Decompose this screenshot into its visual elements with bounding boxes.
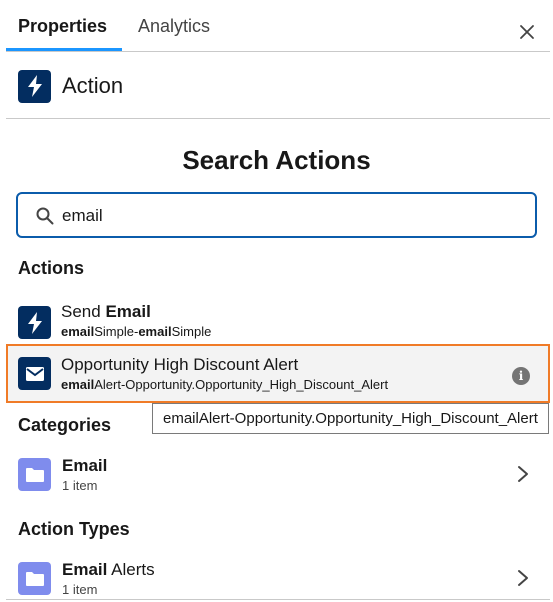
list-item-opportunity-high-discount-alert[interactable]: Opportunity High Discount Alert emailAle… — [6, 344, 550, 403]
chevron-right-icon — [518, 570, 528, 586]
header-divider — [6, 118, 550, 119]
section-heading-actions: Actions — [18, 258, 85, 278]
folder-icon — [18, 562, 51, 595]
action-type-count: 1 item — [62, 582, 98, 597]
search-box — [16, 192, 537, 238]
search-title: Search Actions — [182, 145, 371, 175]
close-icon[interactable] — [519, 24, 535, 40]
tab-properties[interactable]: Properties — [18, 16, 107, 37]
info-icon[interactable]: i — [512, 367, 530, 385]
folder-icon — [18, 458, 51, 491]
list-item-send-email[interactable]: Send Email emailSimple-emailSimple — [6, 298, 550, 346]
category-item-email[interactable]: Email 1 item — [6, 452, 550, 502]
properties-panel: Properties Analytics Action Search Actio… — [0, 0, 553, 602]
search-input[interactable] — [62, 203, 502, 229]
tab-bar: Properties Analytics — [6, 0, 550, 52]
category-count: 1 item — [62, 478, 98, 493]
chevron-right-icon — [518, 466, 528, 482]
item-title: Send Email — [61, 302, 151, 321]
lightning-icon — [18, 306, 51, 339]
item-api-name: emailAlert-Opportunity.Opportunity_High_… — [61, 377, 389, 392]
tooltip: emailAlert-Opportunity.Opportunity_High_… — [152, 403, 549, 434]
lightning-icon — [18, 69, 51, 103]
envelope-icon — [18, 357, 51, 390]
item-api-name: emailSimple-emailSimple — [61, 324, 212, 339]
category-title: Email — [62, 456, 108, 475]
item-title: Opportunity High Discount Alert — [61, 355, 299, 374]
bottom-divider — [6, 599, 550, 600]
element-type-title: Action — [62, 73, 124, 98]
action-type-title: Email Alerts — [62, 560, 155, 579]
action-type-item-email-alerts[interactable]: Email Alerts 1 item — [6, 556, 550, 602]
tab-analytics[interactable]: Analytics — [138, 16, 210, 37]
section-heading-categories: Categories — [18, 415, 112, 435]
search-icon — [36, 207, 54, 225]
section-heading-action-types: Action Types — [18, 519, 130, 539]
active-tab-indicator — [6, 48, 122, 51]
action-header: Action — [18, 69, 124, 103]
